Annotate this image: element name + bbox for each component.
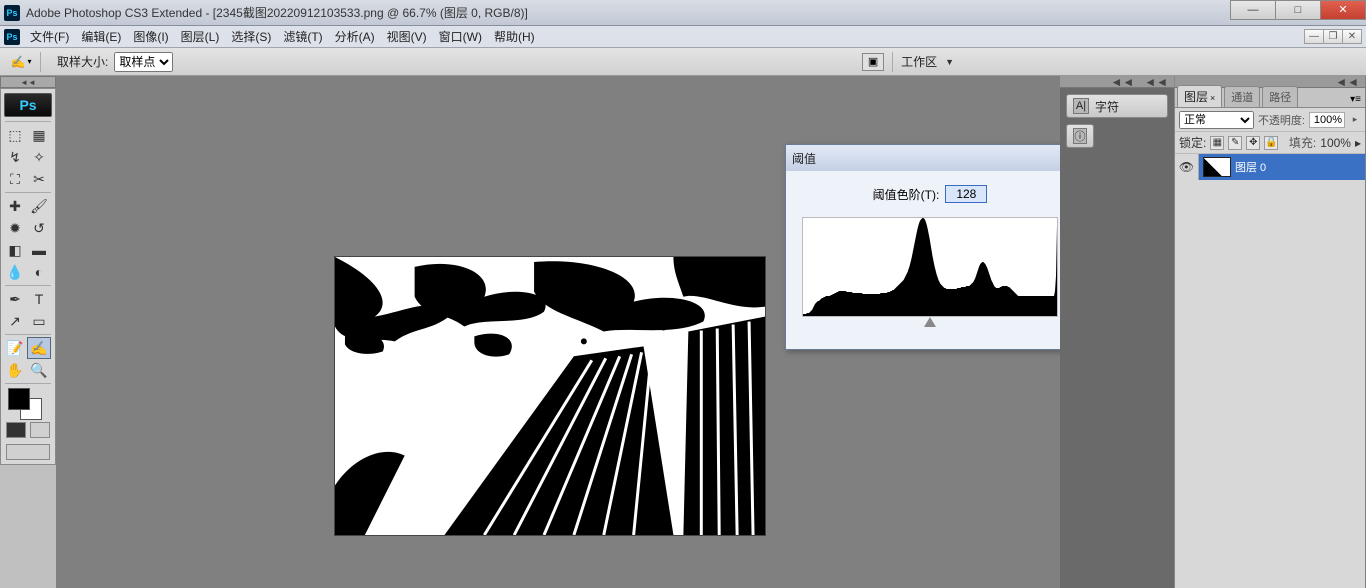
threshold-level-label: 阈值色阶(T):: [873, 186, 940, 203]
lock-paint-icon[interactable]: ✎: [1228, 136, 1242, 150]
info-icon: ⓘ: [1073, 128, 1087, 144]
sample-size-select[interactable]: 取样点: [114, 52, 173, 72]
window-title: Adobe Photoshop CS3 Extended - [2345截图20…: [26, 4, 528, 21]
lasso-tool[interactable]: ↯: [3, 146, 27, 168]
opacity-label: 不透明度:: [1258, 112, 1305, 128]
menu-window[interactable]: 窗口(W): [433, 26, 488, 47]
maximize-button[interactable]: □: [1275, 0, 1321, 20]
history-brush-tool[interactable]: ↺: [27, 217, 51, 239]
character-panel-button[interactable]: A|字符: [1066, 94, 1168, 118]
blur-tool[interactable]: 💧: [3, 261, 27, 283]
shape-tool[interactable]: ▭: [27, 310, 51, 332]
menu-analysis[interactable]: 分析(A): [329, 26, 381, 47]
strip-arrows-1[interactable]: ◄◄: [1110, 75, 1134, 89]
menu-edit[interactable]: 编辑(E): [75, 26, 127, 47]
quickmask-mode[interactable]: [30, 422, 50, 438]
lock-pixels-icon[interactable]: ▦: [1210, 136, 1224, 150]
notes-tool[interactable]: 📝: [3, 337, 27, 359]
menu-help[interactable]: 帮助(H): [488, 26, 541, 47]
layer-list[interactable]: 👁 图层 0: [1175, 154, 1365, 588]
strip-arrows-2[interactable]: ◄◄: [1144, 75, 1168, 89]
menu-layer[interactable]: 图层(L): [175, 26, 226, 47]
layer-name[interactable]: 图层 0: [1235, 159, 1266, 175]
zoom-tool[interactable]: 🔍: [27, 359, 51, 381]
standard-mode[interactable]: [6, 422, 26, 438]
document-canvas[interactable]: [334, 256, 766, 536]
heal-tool[interactable]: ✚: [3, 195, 27, 217]
fill-value[interactable]: 100%: [1320, 136, 1351, 150]
layer-thumbnail[interactable]: [1203, 157, 1231, 177]
foreground-color[interactable]: [8, 388, 30, 410]
options-bar: ✍▾ 取样大小: 取样点 ▣ 工作区 ▼: [0, 48, 1366, 76]
lock-all-icon[interactable]: 🔒: [1264, 136, 1278, 150]
tab-layers[interactable]: 图层×: [1177, 85, 1222, 107]
pen-tool[interactable]: ✒: [3, 288, 27, 310]
wand-tool[interactable]: ✧: [27, 146, 51, 168]
sample-size-label: 取样大小:: [57, 53, 108, 70]
menu-image[interactable]: 图像(I): [127, 26, 174, 47]
threshold-level-input[interactable]: [945, 185, 987, 203]
menu-filter[interactable]: 滤镜(T): [277, 26, 328, 47]
doc-minimize-button[interactable]: —: [1304, 29, 1324, 44]
eraser-tool[interactable]: ◧: [3, 239, 27, 261]
move-tool[interactable]: ⬚: [3, 124, 27, 146]
marquee-tool[interactable]: ▦: [27, 124, 51, 146]
threshold-slider-handle[interactable]: [924, 317, 936, 327]
app-icon: Ps: [4, 5, 20, 21]
layer-row[interactable]: 👁 图层 0: [1175, 154, 1365, 180]
hand-tool[interactable]: ✋: [3, 359, 27, 381]
slice-tool[interactable]: ✂: [27, 168, 51, 190]
eyedropper-tool[interactable]: ✍: [27, 337, 51, 359]
fill-arrow-icon[interactable]: ▸: [1355, 136, 1361, 150]
color-swatches[interactable]: [4, 386, 52, 420]
layers-panel: ◄◄ 图层× 通道 路径 ▾≡ 正常 不透明度: 100% ▸ 锁定: ▦ ✎ …: [1174, 76, 1365, 588]
workspace-label[interactable]: 工作区: [901, 53, 937, 70]
threshold-slider[interactable]: [802, 317, 1058, 333]
gradient-tool[interactable]: ▬: [27, 239, 51, 261]
titlebar: Ps Adobe Photoshop CS3 Extended - [2345截…: [0, 0, 1366, 26]
menubar: Ps 文件(F) 编辑(E) 图像(I) 图层(L) 选择(S) 滤镜(T) 分…: [0, 26, 1366, 48]
toolbox-collapse[interactable]: ◄◄: [0, 76, 56, 88]
character-icon: A|: [1073, 98, 1089, 114]
doc-close-button[interactable]: ✕: [1342, 29, 1362, 44]
lock-label: 锁定:: [1179, 134, 1206, 151]
app-mini-icon: Ps: [4, 29, 20, 45]
histogram: [802, 217, 1058, 317]
minimize-button[interactable]: —: [1230, 0, 1276, 20]
info-panel-button[interactable]: ⓘ: [1066, 124, 1094, 148]
screen-mode-button[interactable]: [6, 444, 50, 460]
dialog-title: 阈值: [792, 150, 816, 167]
dodge-tool[interactable]: ◐: [27, 261, 51, 283]
menu-file[interactable]: 文件(F): [24, 26, 75, 47]
tab-channels[interactable]: 通道: [1224, 86, 1260, 107]
visibility-toggle[interactable]: 👁: [1175, 154, 1199, 180]
right-dock: ◄◄ ◄◄ A|字符 ⓘ ◄◄ 图层× 通道 路径 ▾≡ 正常 不透明度: 100…: [1060, 76, 1366, 588]
fill-label: 填充:: [1289, 134, 1316, 151]
opacity-arrow-icon[interactable]: ▸: [1349, 114, 1361, 125]
brush-tool[interactable]: 🖌: [27, 195, 51, 217]
screen-mode-icon[interactable]: ▣: [862, 53, 884, 71]
panel-collapse[interactable]: ◄◄: [1335, 75, 1359, 89]
threshold-image: [335, 257, 765, 535]
menu-select[interactable]: 选择(S): [225, 26, 277, 47]
tab-paths[interactable]: 路径: [1262, 86, 1298, 107]
stamp-tool[interactable]: ✹: [3, 217, 27, 239]
menu-view[interactable]: 视图(V): [381, 26, 433, 47]
workspace-arrow-icon[interactable]: ▼: [945, 57, 954, 67]
crop-tool[interactable]: ⛶: [3, 168, 27, 190]
path-tool[interactable]: ↗: [3, 310, 27, 332]
lock-position-icon[interactable]: ✥: [1246, 136, 1260, 150]
current-tool-icon[interactable]: ✍▾: [8, 52, 34, 72]
type-tool[interactable]: T: [27, 288, 51, 310]
toolbox: Ps ⬚▦ ↯✧ ⛶✂ ✚🖌 ✹↺ ◧▬ 💧◐ ✒T ↗▭ 📝✍ ✋🔍: [0, 88, 56, 465]
opacity-value[interactable]: 100%: [1309, 112, 1345, 128]
doc-restore-button[interactable]: ❐: [1323, 29, 1343, 44]
collapsed-panels-strip: ◄◄ ◄◄ A|字符 ⓘ: [1060, 76, 1174, 588]
panel-menu-icon[interactable]: ▾≡: [1346, 92, 1365, 107]
ps-logo: Ps: [4, 93, 52, 117]
close-button[interactable]: ✕: [1320, 0, 1366, 20]
blend-mode-select[interactable]: 正常: [1179, 111, 1254, 129]
